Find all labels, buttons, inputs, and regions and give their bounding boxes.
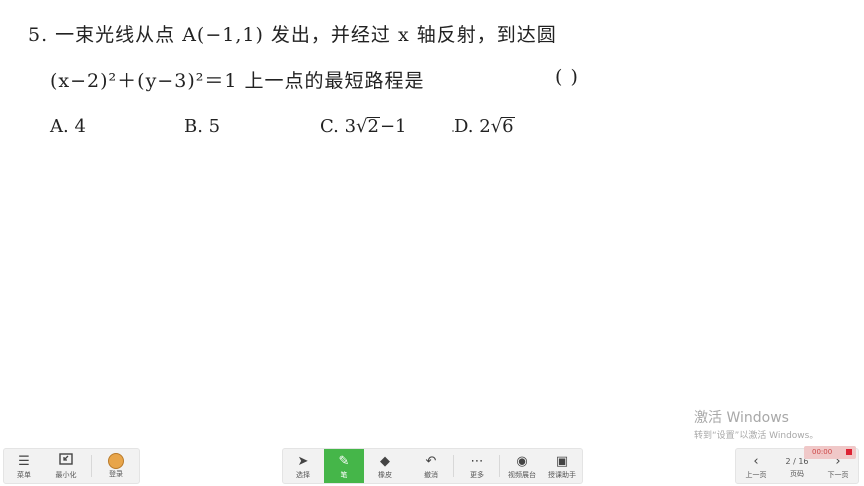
left-toolbar: ☰ 菜单 最小化 登录 <box>3 448 140 484</box>
pen-label: 笔 <box>340 471 348 479</box>
choice-d-radicand: 6 <box>501 116 515 137</box>
prev-page-button[interactable]: ‹ 上一页 <box>736 449 776 483</box>
select-tool-button[interactable]: ➤ 选择 <box>283 449 323 483</box>
select-label: 选择 <box>296 471 310 479</box>
teaching-assistant-button[interactable]: ▣ 授课助手 <box>542 449 582 483</box>
choices: A. 4 B. 5 C. 3√2−1 D. 2√6 <box>50 116 610 142</box>
question-line-1: 5. 一束光线从点 A(−1,1) 发出，并经过 x 轴反射，到达圆 <box>28 24 557 46</box>
choice-c-prefix: C. 3 <box>320 116 357 137</box>
avatar-icon <box>108 453 124 469</box>
choice-a: A. 4 <box>50 116 86 137</box>
choice-c-radicand: 2 <box>366 116 380 137</box>
watermark-subtitle: 转到“设置”以激活 Windows。 <box>694 431 819 441</box>
menu-button[interactable]: ☰ 菜单 <box>4 449 44 483</box>
more-label: 更多 <box>470 471 484 479</box>
choice-b: B. 5 <box>184 116 221 137</box>
windows-activation-watermark: 激活 Windows 转到“设置”以激活 Windows。 <box>694 407 818 441</box>
undo-label: 撤消 <box>424 471 438 479</box>
divider <box>499 455 500 477</box>
pen-tool-button[interactable]: ✎ 笔 <box>324 449 364 483</box>
login-label: 登录 <box>109 470 123 478</box>
undo-button[interactable]: ↶ 撤消 <box>411 449 451 483</box>
divider <box>91 455 92 477</box>
minimize-label: 最小化 <box>55 471 77 479</box>
choice-d: D. 2√6 <box>454 116 515 137</box>
divider <box>453 455 454 477</box>
page-label: 页码 <box>790 470 804 478</box>
teaching-assistant-label: 授课助手 <box>548 471 576 479</box>
recording-timer[interactable]: 00:00 <box>804 446 856 459</box>
stop-icon[interactable] <box>846 449 852 455</box>
choice-c: C. 3√2−1 <box>320 116 407 137</box>
prev-label: 上一页 <box>745 471 767 479</box>
more-button[interactable]: ⋯ 更多 <box>457 449 497 483</box>
video-booth-label: 视频展台 <box>508 471 536 479</box>
chevron-left-icon: ‹ <box>753 454 759 469</box>
choice-d-prefix: D. 2 <box>454 116 491 137</box>
watermark-title: 激活 Windows <box>694 410 789 426</box>
question-line-2: (x−2)²＋(y−3)²＝1 上一点的最短路程是 ( ) <box>50 66 578 93</box>
eraser-icon: ◆ <box>380 454 390 469</box>
pen-icon: ✎ <box>338 454 350 469</box>
cursor-icon: ➤ <box>297 454 309 469</box>
main-toolbar: ➤ 选择 ✎ 笔 ◆ 橡皮 ↶ 撤消 ⋯ 更多 ◉ 视频展台 ▣ 授课助手 <box>282 448 583 484</box>
minimize-icon <box>46 453 86 471</box>
timer-text: 00:00 <box>812 448 833 456</box>
menu-label: 菜单 <box>17 471 31 479</box>
next-label: 下一页 <box>827 471 849 479</box>
assistant-icon: ▣ <box>555 454 569 469</box>
undo-icon: ↶ <box>425 454 437 469</box>
minimize-button[interactable]: 最小化 <box>46 449 86 483</box>
video-booth-button[interactable]: ◉ 视频展台 <box>502 449 542 483</box>
login-button[interactable]: 登录 <box>96 449 136 483</box>
menu-icon: ☰ <box>18 454 30 469</box>
question-line-2-text: (x−2)²＋(y−3)²＝1 上一点的最短路程是 <box>50 70 425 92</box>
choice-c-suffix: −1 <box>379 116 407 137</box>
eraser-label: 橡皮 <box>378 471 392 479</box>
camera-icon: ◉ <box>516 454 528 469</box>
more-icon: ⋯ <box>470 454 484 469</box>
eraser-tool-button[interactable]: ◆ 橡皮 <box>365 449 405 483</box>
answer-blank: ( ) <box>555 66 579 88</box>
